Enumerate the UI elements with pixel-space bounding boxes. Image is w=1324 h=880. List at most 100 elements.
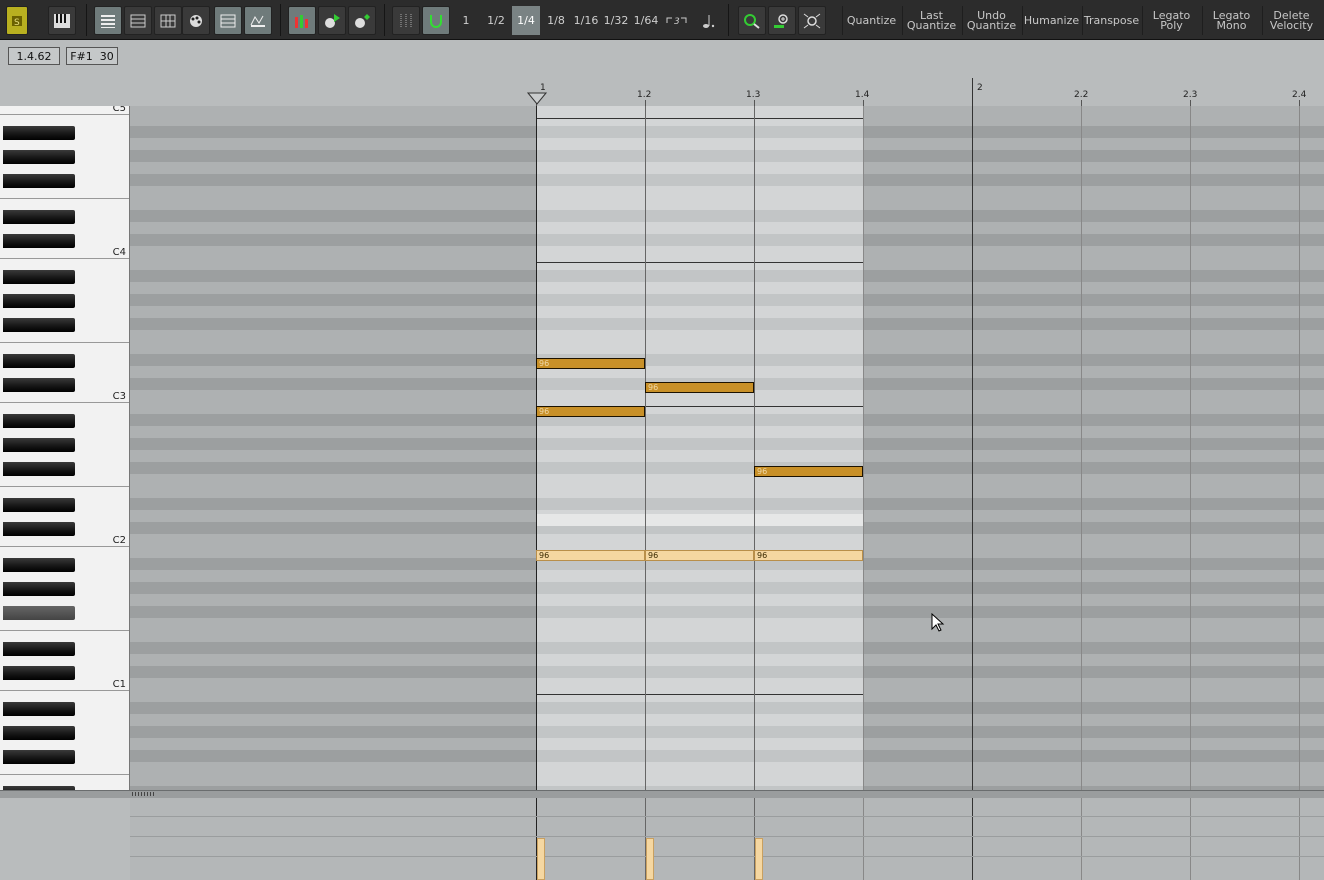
cc-guide-line [130,856,1324,857]
black-key[interactable] [3,642,75,656]
midi-editor: S 1 1/2 1/4 1/8 1/16 1/32 1/64 3 Quantiz… [0,0,1324,880]
undo-quantize-button[interactable]: Undo Quantize [962,6,1020,35]
note-info-display: F#1 30 [66,47,118,65]
octave-line [536,262,863,263]
piano-roll-grid[interactable]: 96 96 96 96 96 96 96 [130,106,1324,790]
grid-1-2[interactable]: 1/2 [484,6,508,35]
toolbar-separator [280,4,281,36]
velocity-lane[interactable] [130,798,1324,880]
black-key[interactable] [3,150,75,164]
black-key[interactable] [3,414,75,428]
black-key[interactable] [3,378,75,392]
zoom-out-icon[interactable] [738,6,766,35]
item-row [536,438,863,450]
black-key[interactable] [3,294,75,308]
zoom-in-icon[interactable] [768,6,796,35]
beat-line [754,106,755,790]
black-key[interactable] [3,270,75,284]
midi-note[interactable]: 96 [536,406,645,417]
list-view-icon[interactable] [94,6,122,35]
cc-lane-icon[interactable] [244,6,272,35]
item-row [536,114,863,126]
snap-magnet-icon[interactable] [422,6,450,35]
item-row [536,294,863,306]
velocity-bar[interactable] [537,838,545,880]
octave-line [536,118,863,119]
ruler-label-2-4: 2.4 [1292,90,1307,100]
timeline-ruler[interactable]: 1 1.2 1.3 1.4 2 2.2 2.3 2.4 [130,76,1324,106]
add-note-icon[interactable] [348,6,376,35]
black-key[interactable] [3,750,75,764]
white-key-edge [0,114,129,115]
grid-lines-icon[interactable] [392,6,420,35]
ruler-label-2-3: 2.3 [1183,90,1198,100]
grid-1-8[interactable]: 1/8 [544,6,568,35]
beat-line [1190,798,1191,880]
black-key[interactable] [3,498,75,512]
midi-note[interactable]: 96 [536,358,645,369]
grid-1-64[interactable]: 1/64 [632,6,660,35]
legato-poly-button[interactable]: Legato Poly [1142,6,1200,35]
play-note-icon[interactable] [318,6,346,35]
grid-view-icon[interactable] [154,6,182,35]
grid-1-16[interactable]: 1/16 [572,6,600,35]
black-key[interactable] [3,438,75,452]
beat-line [1190,106,1191,790]
item-row [536,738,863,750]
playhead-marker-icon[interactable] [527,92,547,106]
black-key[interactable] [3,174,75,188]
black-key[interactable] [3,354,75,368]
black-key[interactable] [3,582,75,596]
quantize-button[interactable]: Quantize [842,6,900,35]
octave-label-c3: C3 [112,391,126,402]
item-row [536,234,863,246]
black-key[interactable] [3,318,75,332]
ruler-bar-line [972,78,973,106]
velocity-bar[interactable] [755,838,763,880]
lane-splitter[interactable] [0,790,1324,798]
piano-keyboard[interactable]: C5 C4 C3 C2 C1 [0,106,130,794]
snap-grid-icon[interactable] [214,6,242,35]
midi-note[interactable]: 96 [754,466,863,477]
cc-lane-header [0,798,130,880]
piano-roll-icon[interactable] [48,6,76,35]
velocity-colors-icon[interactable] [288,6,316,35]
mouse-cursor-icon [931,613,945,632]
grid-1-32[interactable]: 1/32 [602,6,630,35]
event-list-icon[interactable] [124,6,152,35]
grid-1-4[interactable]: 1/4 [512,6,540,35]
black-key[interactable] [3,702,75,716]
black-key[interactable] [3,522,75,536]
black-key[interactable] [3,462,75,476]
color-palette-icon[interactable] [182,6,210,35]
black-key[interactable] [3,666,75,680]
black-key[interactable] [3,726,75,740]
velocity-bar[interactable] [646,838,654,880]
black-key[interactable] [3,606,75,620]
item-row [536,726,863,738]
splitter-grip-icon[interactable] [132,792,156,796]
midi-note-selected[interactable]: 96 [754,550,863,561]
dotted-note-icon[interactable] [696,6,720,35]
black-key[interactable] [3,234,75,248]
midi-note-selected[interactable]: 96 [645,550,754,561]
grid-1[interactable]: 1 [456,6,476,35]
black-key[interactable] [3,558,75,572]
last-quantize-button[interactable]: Last Quantize [902,6,960,35]
humanize-button[interactable]: Humanize [1022,6,1080,35]
black-key[interactable] [3,210,75,224]
black-key[interactable] [3,126,75,140]
delete-velocity-button[interactable]: Delete Velocity [1262,6,1320,35]
triplet-icon[interactable]: 3 [664,6,690,35]
zoom-fit-icon[interactable] [798,6,826,35]
item-row [536,630,863,642]
solo-icon[interactable]: S [6,6,28,35]
midi-note-selected[interactable]: 96 [536,550,645,561]
beat-line [863,106,864,790]
legato-mono-button[interactable]: Legato Mono [1202,6,1260,35]
item-row [536,582,863,594]
transpose-button[interactable]: Transpose [1082,6,1140,35]
item-row [536,126,863,138]
midi-note[interactable]: 96 [645,382,754,393]
item-row [536,162,863,174]
